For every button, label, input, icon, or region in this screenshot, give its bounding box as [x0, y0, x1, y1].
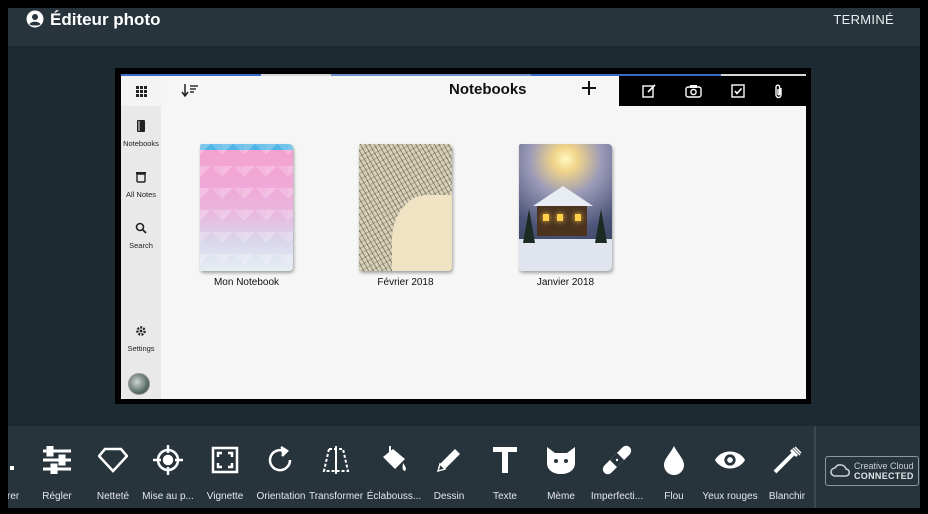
editor-top-bar: Éditeur photo TERMINÉ [8, 8, 920, 46]
sidebar-item-settings: Settings [121, 324, 161, 354]
creative-cloud-title: Creative Cloud [854, 461, 914, 471]
notebook-name: Février 2018 [377, 277, 434, 288]
avatar [128, 373, 150, 395]
sidebar-item-label: Settings [127, 344, 155, 353]
tool-label: Éclabouss... [366, 491, 422, 502]
eye-icon [714, 444, 746, 476]
app-toolbar: Notebooks [161, 76, 806, 106]
sliders-icon [41, 444, 73, 476]
creative-cloud-badge[interactable]: Creative Cloud CONNECTED [825, 456, 919, 486]
search-icon [135, 222, 147, 234]
tool-nettete[interactable]: Netteté [90, 426, 136, 508]
app-title: Notebooks [449, 81, 527, 98]
account-icon[interactable] [26, 10, 44, 28]
apps-grid-button [121, 76, 161, 106]
vignette-icon [209, 444, 241, 476]
checklist-icon [730, 84, 745, 98]
tool-imperfection[interactable]: Imperfecti... [588, 426, 646, 508]
tool-label: Blanchir [768, 491, 806, 502]
tool-yeux-rouges[interactable]: Yeux rouges [700, 426, 760, 508]
notebook-icon [137, 120, 145, 132]
edited-image[interactable]: Notebooks All Notes Search Settings Note… [115, 68, 811, 404]
tool-flou[interactable]: Flou [652, 426, 696, 508]
diamond-icon [97, 444, 129, 476]
add-icon [582, 81, 596, 95]
tool-meme[interactable]: Mème [538, 426, 584, 508]
tool-label: Mème [547, 491, 575, 502]
drop-icon [658, 444, 690, 476]
new-note-icon [641, 84, 656, 98]
notebook-card: Janvier 2018 [518, 144, 613, 288]
brush-icon [771, 444, 803, 476]
target-icon [152, 444, 184, 476]
tool-orientation[interactable]: Orientation [256, 426, 306, 508]
transform-icon [320, 444, 352, 476]
tool-transformer[interactable]: Transformer [308, 426, 364, 508]
toolbar-divider [814, 426, 816, 508]
sidebar-item-label: Search [129, 241, 153, 250]
sidebar-item-search: Search [121, 221, 161, 251]
app-sidebar: Notebooks All Notes Search Settings [121, 76, 161, 399]
pencil-icon [433, 444, 465, 476]
sort-icon [181, 84, 198, 97]
camera-icon [684, 85, 702, 98]
notebook-cover [200, 144, 293, 271]
editor-title: Éditeur photo [50, 10, 161, 29]
tool-label: lrer [8, 491, 20, 502]
rotate-icon [265, 444, 297, 476]
tool-label: Vignette [206, 491, 244, 502]
done-button[interactable]: TERMINÉ [833, 11, 894, 29]
bandage-icon [601, 444, 633, 476]
quick-actions-bar [619, 76, 806, 106]
tool-label: Régler [42, 491, 72, 502]
tool-texte[interactable]: Texte [482, 426, 528, 508]
sidebar-item-all-notes: All Notes [121, 170, 161, 200]
attachment-icon [774, 84, 782, 98]
sidebar-item-label: Notebooks [123, 139, 159, 148]
grid-icon [135, 85, 147, 97]
notebooks-app-screenshot: Notebooks All Notes Search Settings Note… [121, 74, 806, 399]
sidebar-item-notebooks: Notebooks [121, 119, 161, 149]
tool-partial[interactable]: lrer [8, 426, 32, 508]
partial-tool-icon [8, 444, 28, 476]
paint-bucket-icon [378, 444, 410, 476]
tool-label: Yeux rouges [702, 491, 758, 502]
tool-dessin[interactable]: Dessin [426, 426, 472, 508]
notebook-cover [519, 144, 612, 271]
tool-vignette[interactable]: Vignette [202, 426, 248, 508]
creative-cloud-icon [830, 464, 850, 477]
tool-mise-au-point[interactable]: Mise au p... [140, 426, 196, 508]
tool-label: Mise au p... [142, 491, 194, 502]
tool-blanchir[interactable]: Blanchir [764, 426, 810, 508]
cat-icon [545, 444, 577, 476]
image-canvas: Notebooks All Notes Search Settings Note… [8, 46, 920, 426]
notebook-card: Mon Notebook [199, 144, 294, 288]
tool-eclaboussure[interactable]: Éclabouss... [366, 426, 422, 508]
creative-cloud-status: CONNECTED [854, 471, 914, 481]
notebook-name: Janvier 2018 [536, 277, 595, 288]
tool-label: Dessin [433, 491, 465, 502]
photo-editor-window: Éditeur photo TERMINÉ Notebooks All Note… [8, 8, 920, 508]
notebook-card: Février 2018 [358, 144, 453, 288]
tool-label: Orientation [256, 491, 306, 502]
sidebar-item-label: All Notes [125, 190, 156, 199]
tool-label: Flou [664, 491, 684, 502]
tool-label: Netteté [96, 491, 130, 502]
tool-regler[interactable]: Régler [34, 426, 80, 508]
notebook-cover [359, 144, 452, 271]
gear-icon [136, 326, 146, 336]
tool-bar: lrer Régler Netteté Mise au p... Vignett… [8, 426, 920, 508]
tool-label: Transformer [308, 491, 364, 502]
tool-label: Imperfecti... [590, 491, 644, 502]
text-icon [489, 444, 521, 476]
tool-label: Texte [493, 491, 517, 502]
trash-icon [136, 172, 146, 183]
notebook-name: Mon Notebook [213, 277, 280, 288]
